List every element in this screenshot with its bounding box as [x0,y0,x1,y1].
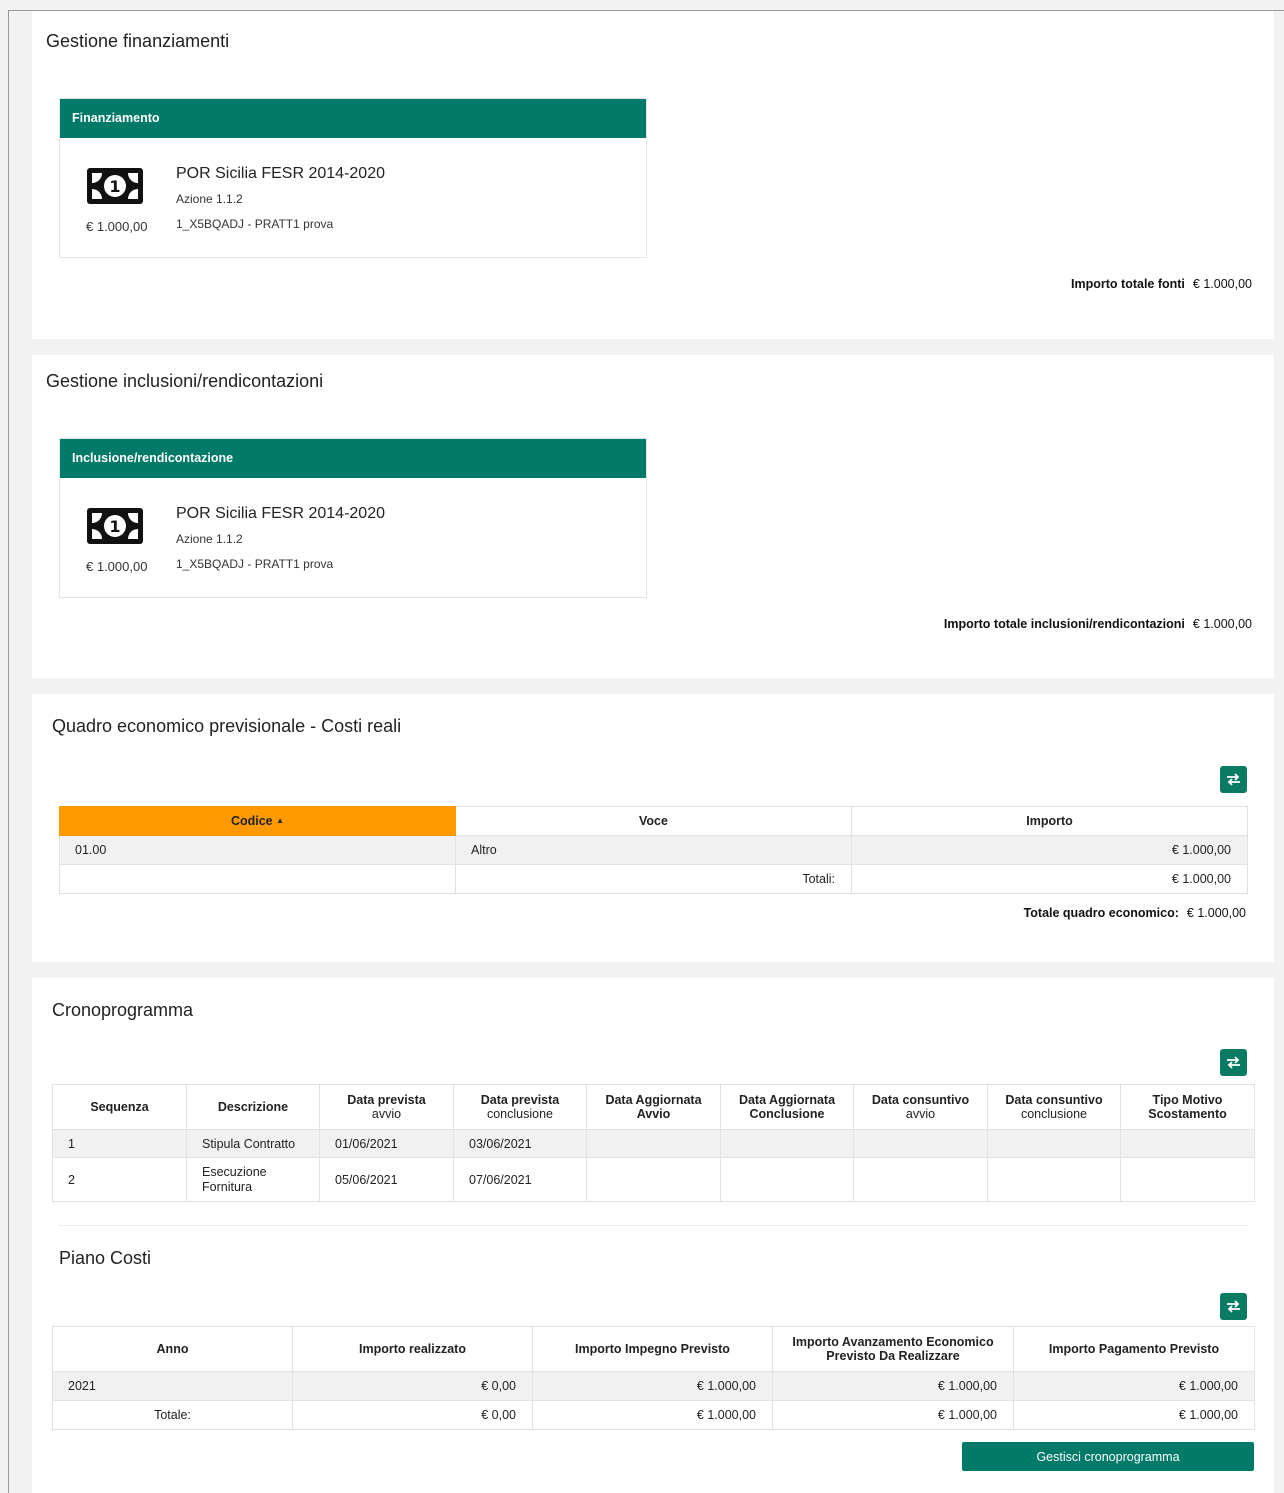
data-aggiornata-conclusione-header[interactable]: Data Aggiornata Conclusione [720,1084,854,1130]
table-row: 2021 € 0,00 € 1.000,00 € 1.000,00 € 1.00… [52,1371,1255,1401]
finanziamenti-title: Gestione finanziamenti [46,31,230,51]
data-consuntivo-avvio-header[interactable]: Data consuntivo avvio [853,1084,988,1130]
gestisci-cronoprogramma-button[interactable]: Gestisci cronoprogramma [962,1442,1254,1471]
cronoprogramma-title: Cronoprogramma [52,1000,194,1020]
totale-quadro-economico: Totale quadro economico: € 1.000,00 [1023,906,1246,920]
swap-arrows-icon [1227,1300,1240,1313]
data-aggiornata-avvio-header[interactable]: Data Aggiornata Avvio [586,1084,721,1130]
finanziamento-azione: Azione 1.1.2 [176,192,243,206]
importo-avanzamento-header[interactable]: Importo Avanzamento Economico Previsto Da… [772,1326,1014,1372]
importo-impegno-header[interactable]: Importo Impegno Previsto [532,1326,773,1372]
table-row: 1 Stipula Contratto 01/06/2021 03/06/202… [52,1129,1255,1158]
table-row: 2 Esecuzione Fornitura 05/06/2021 07/06/2… [52,1157,1255,1202]
sequenza-column-header[interactable]: Sequenza [52,1084,187,1130]
quadro-swap-button[interactable] [1220,766,1247,793]
inclusione-amount: € 1.000,00 [86,559,148,574]
data-prevista-conclusione-header[interactable]: Data prevista conclusione [453,1084,587,1130]
swap-arrows-icon [1227,773,1240,786]
importo-totale-inclusioni: Importo totale inclusioni/rendicontazion… [943,617,1252,631]
finanziamento-card[interactable]: Finanziamento 1 € 1.000,00 POR Sicilia F… [59,98,647,258]
inclusione-card-header: Inclusione/rendicontazione [60,439,646,478]
finanziamento-amount: € 1.000,00 [86,219,148,234]
cronoprogramma-table: Sequenza Descrizione Data prevista avvio … [52,1084,1255,1202]
tipo-motivo-scostamento-header[interactable]: Tipo Motivo Scostamento [1120,1084,1255,1130]
swap-arrows-icon [1227,1056,1240,1069]
finanziamenti-panel: Gestione finanziamenti Finanziamento 1 €… [32,11,1274,339]
section-divider [59,1225,1247,1226]
money-icon: 1 [87,168,143,204]
sort-asc-icon: ▲ [276,816,285,825]
quadro-panel: Quadro economico previsionale - Costi re… [32,694,1274,962]
voce-column-header[interactable]: Voce [455,806,852,836]
anno-column-header[interactable]: Anno [52,1326,293,1372]
finanziamento-codice: 1_X5BQADJ - PRATT1 prova [176,217,334,231]
codice-column-header[interactable]: Codice ▲ [59,806,456,836]
cronoprogramma-panel: Cronoprogramma Sequenza Descrizione Data… [32,978,1274,1493]
inclusione-program: POR Sicilia FESR 2014-2020 [176,505,385,522]
importo-column-header[interactable]: Importo [851,806,1248,836]
importo-totale-fonti: Importo totale fonti € 1.000,00 [1071,277,1252,291]
totali-row: Totali: € 1.000,00 [59,864,1248,894]
finanziamento-program: POR Sicilia FESR 2014-2020 [176,165,385,182]
importo-realizzato-header[interactable]: Importo realizzato [292,1326,533,1372]
data-consuntivo-conclusione-header[interactable]: Data consuntivo conclusione [987,1084,1121,1130]
inclusioni-title: Gestione inclusioni/rendicontazioni [46,371,324,391]
inclusione-card[interactable]: Inclusione/rendicontazione 1 € 1.000,00 … [59,438,647,598]
svg-text:1: 1 [109,517,120,536]
quadro-title: Quadro economico previsionale - Costi re… [52,716,402,736]
totale-row: Totale: € 0,00 € 1.000,00 € 1.000,00 € 1… [52,1400,1255,1430]
data-prevista-avvio-header[interactable]: Data prevista avvio [319,1084,454,1130]
inclusioni-panel: Gestione inclusioni/rendicontazioni Incl… [32,355,1274,678]
piano-costi-title: Piano Costi [59,1248,152,1268]
money-icon: 1 [87,508,143,544]
inclusione-azione: Azione 1.1.2 [176,532,243,546]
piano-swap-button[interactable] [1220,1293,1247,1320]
descrizione-column-header[interactable]: Descrizione [186,1084,320,1130]
svg-text:1: 1 [109,177,120,196]
piano-costi-table: Anno Importo realizzato Importo Impegno … [52,1326,1255,1430]
inclusione-codice: 1_X5BQADJ - PRATT1 prova [176,557,334,571]
quadro-table: Codice ▲ Voce Importo 01.00 Altro € 1.00… [59,806,1248,894]
table-row: 01.00 Altro € 1.000,00 [59,835,1248,865]
finanziamento-card-header: Finanziamento [60,99,646,138]
importo-pagamento-header[interactable]: Importo Pagamento Previsto [1013,1326,1255,1372]
crono-swap-button[interactable] [1220,1049,1247,1076]
